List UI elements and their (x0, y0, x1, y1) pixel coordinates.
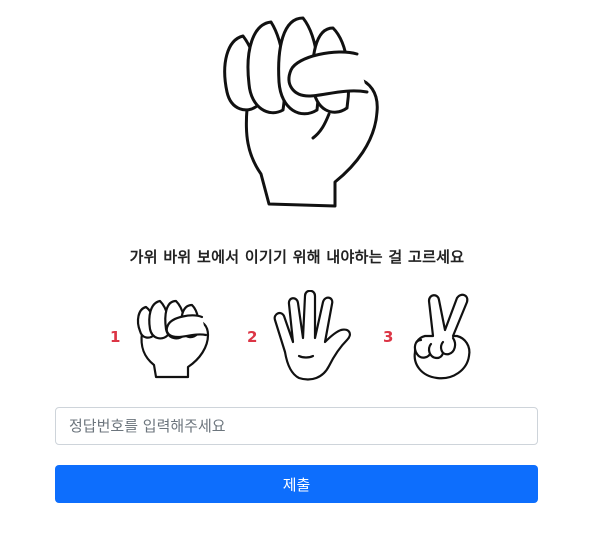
option-3[interactable]: 3 (383, 290, 475, 384)
rock-fist-icon (217, 14, 381, 212)
scissors-hand-icon (405, 292, 475, 382)
rock-fist-icon (132, 295, 212, 379)
answer-options: 1 2 3 (0, 290, 594, 384)
option-number: 2 (247, 328, 258, 346)
question-text: 가위 바위 보에서 이기기 위해 내야하는 걸 고르세요 (129, 248, 465, 266)
option-2[interactable]: 2 (247, 290, 355, 384)
paper-open-hand-icon (269, 290, 355, 384)
option-1[interactable]: 1 (110, 290, 212, 384)
option-number: 1 (110, 328, 121, 346)
submit-button[interactable]: 제출 (55, 465, 538, 503)
answer-input[interactable] (55, 407, 538, 445)
option-number: 3 (383, 328, 394, 346)
